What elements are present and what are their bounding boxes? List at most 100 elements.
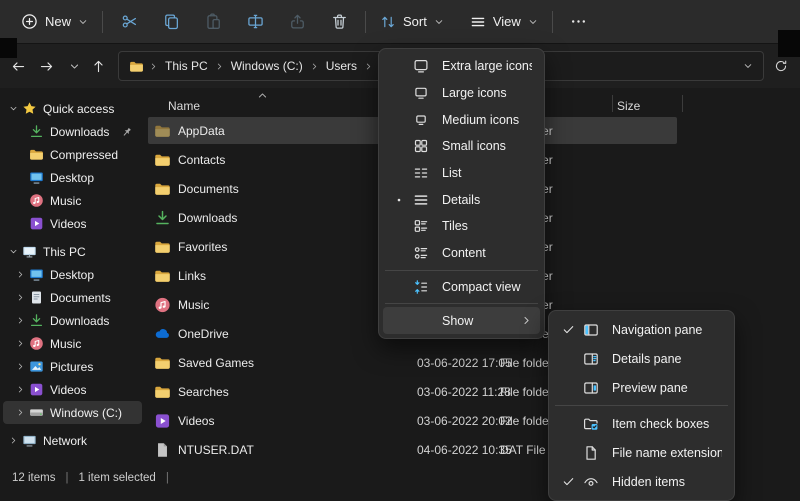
paste-button[interactable] bbox=[192, 6, 234, 38]
pictures-icon bbox=[29, 359, 44, 374]
videos-icon bbox=[154, 412, 171, 429]
column-header-name[interactable]: Name bbox=[168, 99, 200, 113]
arrow-left-icon bbox=[11, 59, 26, 74]
preview-pane-icon bbox=[583, 380, 599, 396]
view-menu-item-medium-icons[interactable]: Medium icons bbox=[383, 106, 540, 133]
sidebar-item-music[interactable]: Music bbox=[3, 189, 142, 212]
forward-button[interactable] bbox=[34, 54, 58, 78]
see-more-button[interactable] bbox=[558, 6, 600, 38]
chevron-right-icon[interactable] bbox=[14, 362, 27, 371]
drive-icon bbox=[29, 405, 44, 420]
chevron-right-icon[interactable] bbox=[14, 270, 27, 279]
column-divider[interactable] bbox=[682, 95, 683, 112]
sidebar-item-label: Music bbox=[50, 193, 82, 208]
view-menu-item-details[interactable]: Details bbox=[383, 186, 540, 213]
refresh-button[interactable] bbox=[768, 54, 794, 78]
menu-item-label: Compact view bbox=[442, 279, 521, 294]
chevron-right-icon[interactable] bbox=[14, 339, 27, 348]
view-content-icon bbox=[410, 245, 431, 261]
folder-icon bbox=[154, 383, 171, 400]
sort-button-label: Sort bbox=[403, 14, 427, 29]
sidebar-item-pictures[interactable]: Pictures bbox=[3, 355, 142, 378]
view-menu-item-large-icons[interactable]: Large icons bbox=[383, 80, 540, 107]
view-tiles-icon bbox=[410, 218, 431, 234]
up-button[interactable] bbox=[86, 54, 110, 78]
command-bar: New Sort View bbox=[0, 0, 800, 44]
view-menu-item-extra-large-icons[interactable]: Extra large icons bbox=[383, 53, 540, 80]
chevron-right-icon[interactable] bbox=[14, 385, 27, 394]
compact-view-icon bbox=[410, 279, 431, 295]
view-tiles-icon bbox=[413, 218, 429, 234]
view-menu-item-list[interactable]: List bbox=[383, 160, 540, 187]
sidebar-item-this-pc[interactable]: This PC bbox=[3, 240, 142, 263]
view-menu-item-small-icons[interactable]: Small icons bbox=[383, 133, 540, 160]
chevron-right-icon[interactable] bbox=[215, 62, 224, 71]
chevron-right-icon[interactable] bbox=[14, 408, 27, 417]
show-submenu-item-navigation-pane[interactable]: Navigation pane bbox=[553, 315, 730, 344]
sidebar-item-documents[interactable]: Documents bbox=[3, 286, 142, 309]
sidebar-item-label: Videos bbox=[50, 216, 87, 231]
sort-button[interactable]: Sort bbox=[371, 9, 453, 35]
onedrive-icon bbox=[154, 325, 171, 342]
cut-button[interactable] bbox=[108, 6, 150, 38]
breadcrumb-item[interactable]: Users bbox=[320, 57, 363, 75]
share-button[interactable] bbox=[276, 6, 318, 38]
sidebar-item-label: Quick access bbox=[43, 101, 115, 116]
sidebar-item-downloads[interactable]: Downloads bbox=[3, 120, 142, 143]
file-icon bbox=[154, 441, 171, 458]
chevron-right-icon[interactable] bbox=[310, 62, 319, 71]
view-content-icon bbox=[413, 245, 429, 261]
address-dropdown-chevron-icon[interactable] bbox=[743, 61, 753, 71]
status-separator: | bbox=[165, 472, 169, 484]
sidebar-item-videos[interactable]: Videos bbox=[3, 378, 142, 401]
sidebar-item-network[interactable]: Network bbox=[3, 429, 142, 452]
column-header-size[interactable]: Size bbox=[617, 99, 640, 113]
view-menu-item-content[interactable]: Content bbox=[383, 240, 540, 267]
hidden-items-icon bbox=[580, 474, 601, 490]
chevron-right-icon[interactable] bbox=[149, 62, 158, 71]
recent-locations-button[interactable] bbox=[62, 54, 86, 78]
file-name: NTUSER.DAT bbox=[178, 442, 254, 457]
sidebar-item-desktop[interactable]: Desktop bbox=[3, 166, 142, 189]
show-submenu-item-item-check-boxes[interactable]: Item check boxes bbox=[553, 409, 730, 438]
view-small-icon bbox=[410, 138, 431, 154]
show-submenu-item-file-name-extensions[interactable]: File name extensions bbox=[553, 438, 730, 467]
sidebar-item-compressed[interactable]: Compressed bbox=[3, 143, 142, 166]
chevron-right-icon bbox=[16, 362, 25, 371]
chevron-right-icon[interactable] bbox=[364, 62, 373, 71]
show-submenu-item-preview-pane[interactable]: Preview pane bbox=[553, 373, 730, 402]
rename-button[interactable] bbox=[234, 6, 276, 38]
music-icon bbox=[154, 296, 171, 313]
chevron-down-icon[interactable] bbox=[7, 104, 20, 113]
chevron-right-icon[interactable] bbox=[7, 436, 20, 445]
breadcrumb-item[interactable]: Windows (C:) bbox=[225, 57, 309, 75]
desktop-icon bbox=[29, 170, 44, 185]
delete-button[interactable] bbox=[318, 6, 360, 38]
view-button[interactable]: View bbox=[461, 9, 547, 35]
show-submenu-item-details-pane[interactable]: Details pane bbox=[553, 344, 730, 373]
sidebar-item-quick-access[interactable]: Quick access bbox=[3, 97, 142, 120]
sidebar-item-desktop[interactable]: Desktop bbox=[3, 263, 142, 286]
sidebar-item-downloads[interactable]: Downloads bbox=[3, 309, 142, 332]
new-button[interactable]: New bbox=[12, 8, 97, 35]
copy-button[interactable] bbox=[150, 6, 192, 38]
sidebar-item-music[interactable]: Music bbox=[3, 332, 142, 355]
sidebar-item-windows-c[interactable]: Windows (C:) bbox=[3, 401, 142, 424]
view-menu-item-show[interactable]: Show bbox=[383, 307, 540, 334]
column-divider[interactable] bbox=[612, 95, 613, 112]
chevron-right-icon[interactable] bbox=[14, 293, 27, 302]
chevron-right-icon[interactable] bbox=[14, 316, 27, 325]
item-count: 12 items bbox=[12, 472, 56, 484]
plus-circle-icon bbox=[21, 13, 38, 30]
sidebar-item-videos[interactable]: Videos bbox=[3, 212, 142, 235]
folder-icon bbox=[154, 238, 171, 255]
sidebar-item-label: Videos bbox=[50, 382, 87, 397]
breadcrumb-item[interactable]: This PC bbox=[159, 57, 214, 75]
selection-count: 1 item selected bbox=[78, 472, 156, 484]
view-menu-item-compact-view[interactable]: Compact view bbox=[383, 274, 540, 301]
chevron-down-icon[interactable] bbox=[7, 247, 20, 256]
view-menu-item-tiles[interactable]: Tiles bbox=[383, 213, 540, 240]
sidebar-item-label: Downloads bbox=[50, 313, 110, 328]
file-name: OneDrive bbox=[178, 326, 229, 341]
chevron-right-icon bbox=[16, 385, 25, 394]
